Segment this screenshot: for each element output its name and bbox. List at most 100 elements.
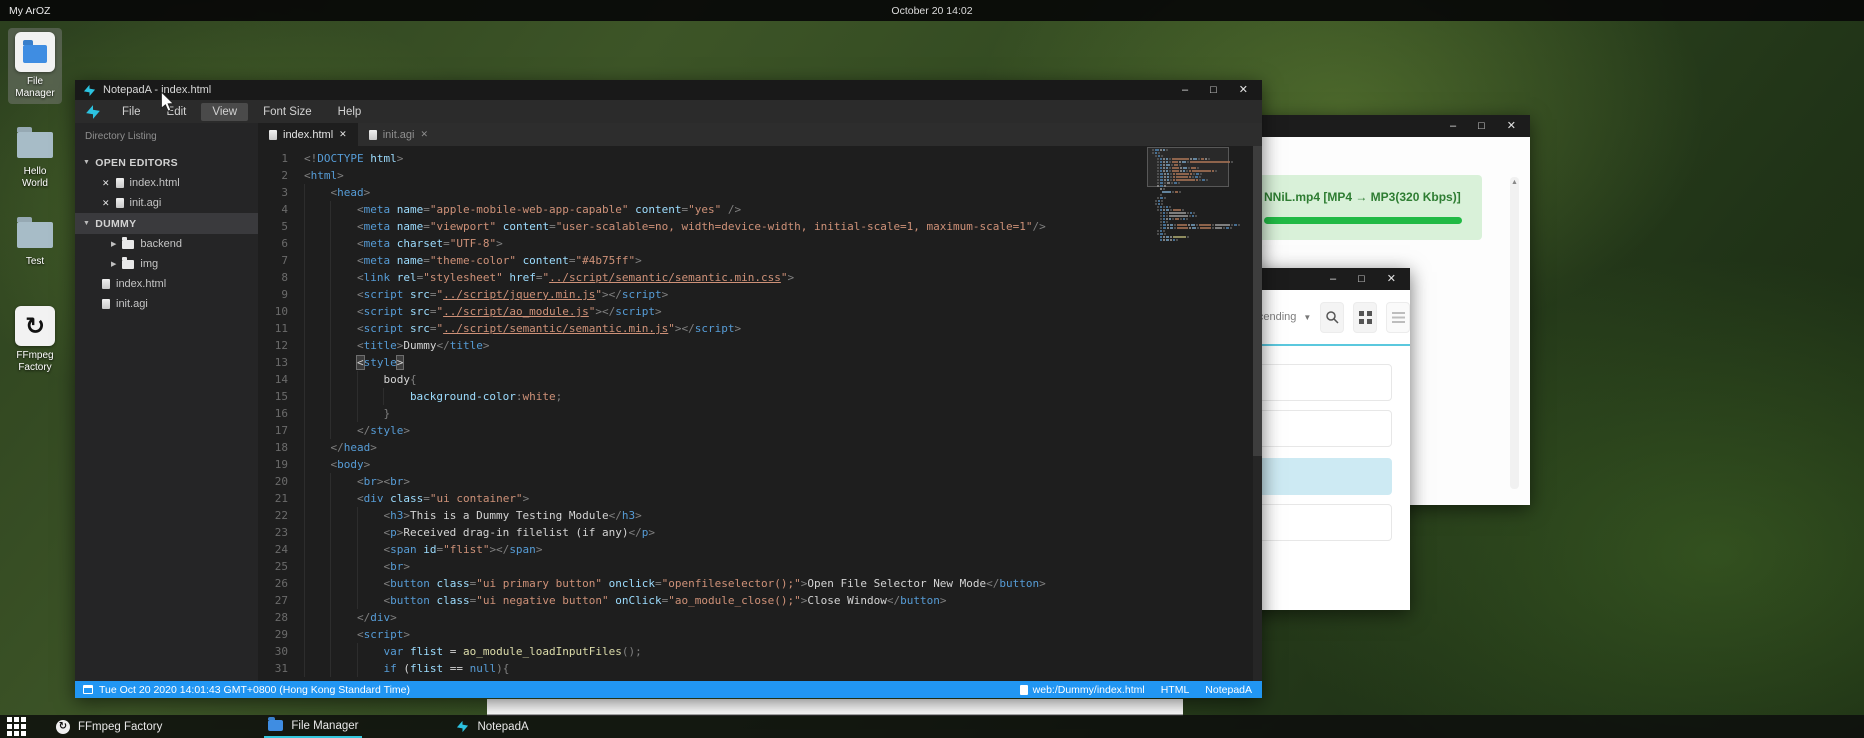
code-token: >: [648, 526, 655, 539]
code-token: div: [370, 611, 390, 624]
scrollbar-thumb[interactable]: [1253, 146, 1262, 456]
code-token: style: [364, 356, 397, 369]
menu-item-view[interactable]: View: [201, 103, 248, 121]
tree-item-init-agi[interactable]: ✕init.agi: [75, 193, 258, 213]
minimap-segment: [1160, 236, 1162, 238]
status-language[interactable]: HTML: [1161, 684, 1190, 696]
indent-guide: [304, 388, 330, 405]
tree-item-label: img: [140, 258, 158, 270]
minimap-segment: [1189, 176, 1191, 178]
scrollbar[interactable]: [1253, 146, 1262, 681]
minimap-segment: [1166, 212, 1168, 214]
menu-item-help[interactable]: Help: [327, 103, 373, 121]
tree-section-label: DUMMY: [95, 218, 136, 230]
tab-init-agi[interactable]: init.agi✕: [358, 123, 439, 146]
minimap-segment: [1175, 191, 1178, 193]
desktop-icon-test[interactable]: Test: [8, 208, 62, 272]
indent-guide: [304, 558, 330, 575]
close-icon[interactable]: ✕: [420, 129, 428, 140]
search-button[interactable]: [1320, 302, 1344, 333]
tree-item-img[interactable]: ▶img: [75, 254, 258, 274]
code-token: <: [357, 322, 364, 335]
notepada-titlebar[interactable]: NotepadA - index.html – □ ✕: [75, 80, 1262, 100]
code-line: var flist = ao_module_loadInputFiles();: [304, 643, 1262, 660]
grid-view-button[interactable]: [1353, 302, 1377, 333]
hidden-window-edge[interactable]: [487, 699, 1183, 716]
minimap-line: [1152, 221, 1222, 223]
close-icon[interactable]: ✕: [339, 129, 347, 140]
minimap-segment: [1160, 170, 1162, 172]
desktop-icon-hello-world[interactable]: Hello World: [8, 118, 62, 194]
close-icon[interactable]: ✕: [102, 198, 110, 209]
minimap[interactable]: [1152, 149, 1222, 242]
scroll-up-icon[interactable]: ▲: [1511, 177, 1518, 489]
minimap-line: [1152, 191, 1222, 193]
desktop-icon-ffmpeg-factory[interactable]: ↻FFmpeg Factory: [8, 302, 62, 378]
menu-item-font-size[interactable]: Font Size: [252, 103, 323, 121]
code-token: title: [450, 339, 483, 352]
code-token: meta: [364, 220, 391, 233]
close-button[interactable]: ✕: [1387, 274, 1396, 285]
code-line: <br><br>: [304, 473, 1262, 490]
minimap-segment: [1193, 212, 1195, 214]
tab-index-html[interactable]: index.html✕: [258, 123, 358, 146]
minimap-segment: [1215, 224, 1230, 226]
window-controls: – □ ✕: [1160, 85, 1248, 96]
code-token: br: [390, 475, 403, 488]
close-button[interactable]: ✕: [1507, 121, 1516, 132]
code-token: ": [668, 322, 675, 335]
minimize-button[interactable]: –: [1182, 85, 1188, 96]
code-area[interactable]: <!DOCTYPE html><html><head><meta name="a…: [302, 146, 1262, 681]
code-token: >: [397, 152, 404, 165]
minimap-segment: [1172, 161, 1178, 163]
code-token: span: [509, 543, 536, 556]
notepada-logo-icon: [456, 720, 469, 733]
indent-guide: [357, 558, 383, 575]
tree-item-index-html[interactable]: ✕index.html: [75, 173, 258, 193]
list-view-button[interactable]: [1386, 302, 1410, 333]
tree-item-backend[interactable]: ▶backend: [75, 234, 258, 254]
maximize-button[interactable]: □: [1478, 121, 1485, 132]
minimize-button[interactable]: –: [1450, 121, 1456, 132]
taskbar-item-notepada[interactable]: NotepadA: [452, 715, 532, 738]
code-token: >: [536, 543, 543, 556]
maximize-button[interactable]: □: [1210, 85, 1217, 96]
minimap-segment: [1200, 173, 1202, 175]
taskbar-item-ffmpeg-factory[interactable]: ↻FFmpeg Factory: [52, 715, 166, 738]
minimap-segment: [1195, 215, 1197, 217]
close-button[interactable]: ✕: [1239, 85, 1248, 96]
taskbar-item-file-manager[interactable]: File Manager: [264, 715, 362, 738]
tree-item-index-html[interactable]: index.html: [75, 274, 258, 294]
desktop-icon-file-manager[interactable]: File Manager: [8, 28, 62, 104]
minimap-segment: [1160, 224, 1162, 226]
code-line: <link rel="stylesheet" href="../script/s…: [304, 269, 1262, 286]
code-token: <: [357, 339, 364, 352]
code-token: name: [397, 220, 424, 233]
minimap-segment: [1166, 164, 1170, 166]
app-launcher-button[interactable]: [7, 717, 26, 736]
minimap-segment: [1164, 233, 1166, 235]
code-line: <script src="../script/semantic/semantic…: [304, 320, 1262, 337]
minimap-segment: [1160, 164, 1162, 166]
tree-section-dummy[interactable]: ▼DUMMY: [75, 213, 258, 234]
code-token: src: [410, 322, 430, 335]
minimap-segment: [1170, 227, 1173, 229]
menu-item-file[interactable]: File: [111, 103, 152, 121]
indent-guide: [304, 337, 330, 354]
indent-guide: [304, 456, 330, 473]
editor[interactable]: 1234567891011121314151617181920212223242…: [258, 146, 1262, 681]
minimap-segment: [1169, 158, 1171, 160]
scrollbar[interactable]: ▲: [1510, 177, 1519, 489]
taskbar-item-label: File Manager: [291, 720, 358, 732]
code-token: >: [496, 237, 503, 250]
minimap-segment: [1160, 188, 1162, 190]
close-icon[interactable]: ✕: [102, 178, 110, 189]
maximize-button[interactable]: □: [1358, 274, 1365, 285]
minimize-button[interactable]: –: [1330, 274, 1336, 285]
tree-item-init-agi[interactable]: init.agi: [75, 294, 258, 314]
line-number: 2: [258, 167, 288, 184]
indent-guide: [330, 337, 356, 354]
minimap-segment: [1188, 224, 1190, 226]
tree-section-open-editors[interactable]: ▼OPEN EDITORS: [75, 152, 258, 173]
code-token: ></: [489, 543, 509, 556]
